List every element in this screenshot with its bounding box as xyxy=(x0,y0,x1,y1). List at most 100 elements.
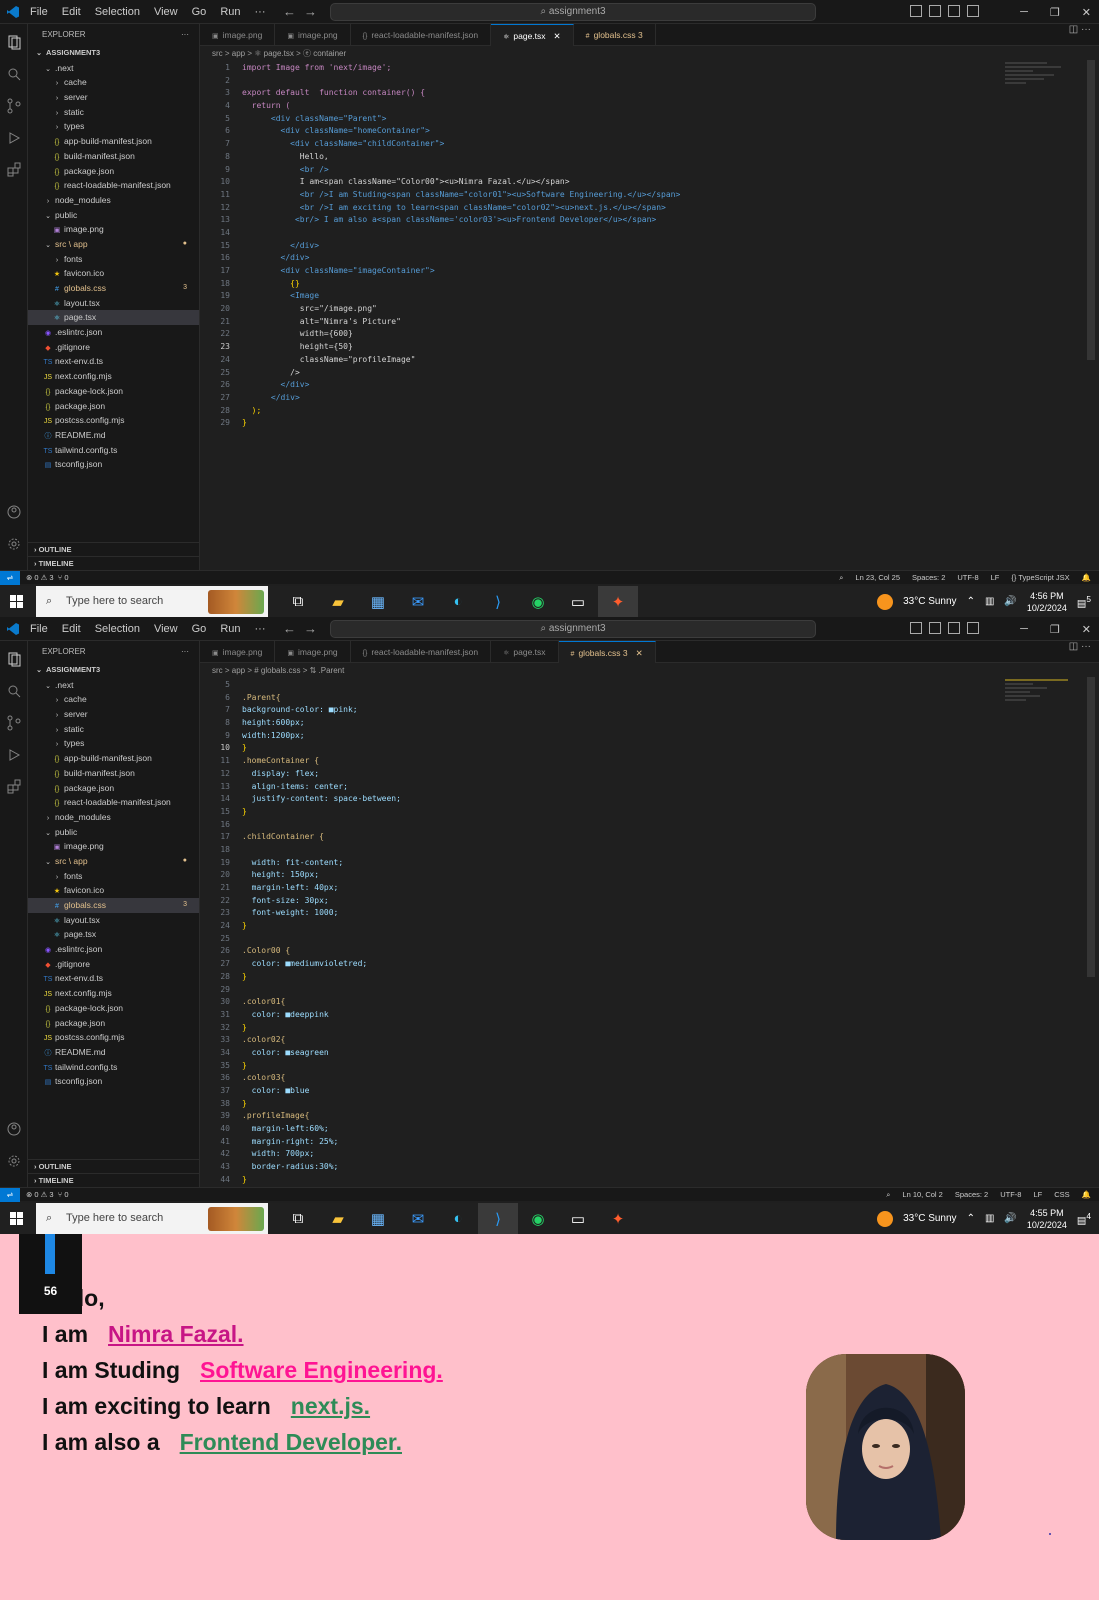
code-line[interactable]: 18 {} xyxy=(200,278,999,291)
remote-icon[interactable]: ⇌ xyxy=(0,571,20,585)
menu-file[interactable]: File xyxy=(30,623,48,635)
tab-page-tsx[interactable]: ⚛ page.tsx xyxy=(491,641,559,663)
menu-more[interactable]: ··· xyxy=(255,6,266,18)
taskbar-search[interactable]: ⌕ Type here to search xyxy=(36,1203,268,1234)
figma-like-icon[interactable]: ✦ xyxy=(598,1203,638,1234)
tree-item[interactable]: {} app-build-manifest.json xyxy=(28,134,199,149)
code-line[interactable]: 11 .homeContainer { xyxy=(200,755,999,768)
code-line[interactable]: 23 font-weight: 1000; xyxy=(200,907,999,920)
tree-item[interactable]: ★ favicon.ico xyxy=(28,266,199,281)
language-mode[interactable]: {} TypeScript JSX xyxy=(1011,571,1069,584)
encoding[interactable]: UTF-8 xyxy=(957,571,978,584)
more-actions-icon[interactable]: ··· xyxy=(181,24,189,46)
tree-item[interactable]: › fonts xyxy=(28,252,199,267)
ports-count[interactable]: ⑂ 0 xyxy=(58,573,69,582)
split-editor-icon[interactable]: ◫ ··· xyxy=(1069,641,1091,652)
tab-globals-css[interactable]: # globals.css 3 xyxy=(574,24,656,46)
tab-image-png[interactable]: ▣ image.png xyxy=(200,24,276,46)
tree-item[interactable]: ⌄ .next xyxy=(28,61,199,76)
gear-icon[interactable] xyxy=(6,1153,22,1169)
tree-item[interactable]: ⌄ src \ app ● xyxy=(28,854,199,869)
breadcrumb[interactable]: src > app > ⚛ page.tsx > ⓔ container xyxy=(212,47,346,61)
command-center[interactable]: ⌕ assignment3 xyxy=(330,620,816,638)
volume-icon[interactable]: 🔊 xyxy=(1004,1213,1016,1224)
code-line[interactable]: 8 height:600px; xyxy=(200,717,999,730)
minimap[interactable] xyxy=(1005,62,1075,112)
code-line[interactable]: 23 height={50} xyxy=(200,341,999,354)
source-control-icon[interactable] xyxy=(6,98,22,114)
code-line[interactable]: 30 .color01{ xyxy=(200,996,999,1009)
tree-item[interactable]: ◉ .eslintrc.json xyxy=(28,942,199,957)
toggle-panel-icon[interactable] xyxy=(929,622,941,634)
windows-start-icon[interactable] xyxy=(10,1212,23,1225)
mail-icon[interactable]: ✉ xyxy=(398,1203,438,1234)
code-line[interactable]: 32} xyxy=(200,1022,999,1035)
edge-icon[interactable]: ◐ xyxy=(438,586,478,617)
menu-run[interactable]: Run xyxy=(220,6,240,18)
tree-item[interactable]: TS tailwind.config.ts xyxy=(28,443,199,458)
tree-item[interactable]: ⚛ page.tsx xyxy=(28,310,199,326)
menu-view[interactable]: View xyxy=(154,623,178,635)
explorer-icon[interactable] xyxy=(6,34,22,50)
notifications-icon[interactable]: 🔔 xyxy=(1082,1188,1091,1201)
code-line[interactable]: 10 I am<span className="Color00"><u>Nimr… xyxy=(200,176,999,189)
menu-selection[interactable]: Selection xyxy=(95,6,140,18)
code-line[interactable]: 15} xyxy=(200,806,999,819)
encoding[interactable]: UTF-8 xyxy=(1000,1188,1021,1201)
code-line[interactable]: 26 </div> xyxy=(200,379,999,392)
forward-arrow-icon[interactable]: → xyxy=(304,621,325,636)
tree-item[interactable]: › types xyxy=(28,119,199,134)
customize-layout-icon[interactable] xyxy=(967,5,979,17)
code-editor[interactable]: 5 6 .Parent{7 background-color: ■pink; 8 heig… xyxy=(200,679,999,1187)
tree-item[interactable]: ▤ tsconfig.json xyxy=(28,1074,199,1089)
nav-arrows[interactable]: ←→ xyxy=(283,4,325,19)
terminal-icon[interactable]: ▭ xyxy=(558,586,598,617)
tab-image-png-2[interactable]: ▣ image.png xyxy=(275,641,351,663)
minimap[interactable] xyxy=(1005,679,1075,729)
menu-edit[interactable]: Edit xyxy=(62,623,81,635)
code-line[interactable]: 10} xyxy=(200,742,999,755)
tree-item[interactable]: {} package.json xyxy=(28,164,199,179)
tree-item[interactable]: › cache xyxy=(28,75,199,90)
code-line[interactable]: 20 height: 150px; xyxy=(200,869,999,882)
code-line[interactable]: 7 background-color: ■pink; xyxy=(200,704,999,717)
code-line[interactable]: 22 width={600} xyxy=(200,328,999,341)
tab-page-tsx[interactable]: ⚛ page.tsx ✕ xyxy=(491,24,574,46)
close-icon[interactable]: ✕ xyxy=(1082,6,1091,19)
tree-item[interactable]: ◆ .gitignore xyxy=(28,340,199,355)
volume-icon[interactable]: 🔊 xyxy=(1004,596,1016,607)
tree-item[interactable]: {} app-build-manifest.json xyxy=(28,751,199,766)
weather-text[interactable]: 33°C Sunny xyxy=(903,596,956,607)
zoom-icon[interactable]: ⌕ xyxy=(839,571,843,584)
timeline-section[interactable]: › TIMELINE xyxy=(28,556,199,570)
breadcrumb[interactable]: src > app > # globals.css > ⇅ .Parent xyxy=(212,664,344,678)
outline-section[interactable]: › OUTLINE xyxy=(28,542,199,556)
code-line[interactable]: 13 <br/> I am also a<span className='col… xyxy=(200,214,999,227)
ports-count[interactable]: ⑂ 0 xyxy=(58,1190,69,1199)
tree-item[interactable]: ⚛ layout.tsx xyxy=(28,913,199,928)
code-line[interactable]: 21 alt="Nimra's Picture" xyxy=(200,316,999,329)
tab-react-loadable-manifest[interactable]: {} react-loadable-manifest.json xyxy=(351,24,492,46)
forward-arrow-icon[interactable]: → xyxy=(304,4,325,19)
code-line[interactable]: 29 xyxy=(200,984,999,997)
tree-item[interactable]: ⚛ layout.tsx xyxy=(28,296,199,311)
code-line[interactable]: 20 src="/image.png" xyxy=(200,303,999,316)
tray-chevron-icon[interactable]: ⌃ xyxy=(967,1213,975,1224)
tab-react-loadable-manifest[interactable]: {} react-loadable-manifest.json xyxy=(351,641,492,663)
code-line[interactable]: 17 <div className="imageContainer"> xyxy=(200,265,999,278)
tree-item[interactable]: {} package.json xyxy=(28,1016,199,1031)
clock[interactable]: 4:55 PM 10/2/2024 xyxy=(1027,1207,1067,1231)
code-line[interactable]: 24 className="profileImage" xyxy=(200,354,999,367)
split-editor-icon[interactable]: ◫ ··· xyxy=(1069,24,1091,35)
network-icon[interactable]: ▥ xyxy=(985,1213,994,1224)
vertical-scrollbar[interactable] xyxy=(1087,60,1095,360)
code-line[interactable]: 36 .color03{ xyxy=(200,1072,999,1085)
close-icon[interactable]: ✕ xyxy=(1082,623,1091,636)
terminal-icon[interactable]: ▭ xyxy=(558,1203,598,1234)
nav-arrows[interactable]: ←→ xyxy=(283,621,325,636)
tab-globals-css[interactable]: # globals.css 3 ✕ xyxy=(558,641,656,663)
tray-chevron-icon[interactable]: ⌃ xyxy=(967,596,975,607)
code-line[interactable]: 16 </div> xyxy=(200,252,999,265)
code-line[interactable]: 28 ); xyxy=(200,405,999,418)
weather-icon[interactable] xyxy=(877,593,894,610)
